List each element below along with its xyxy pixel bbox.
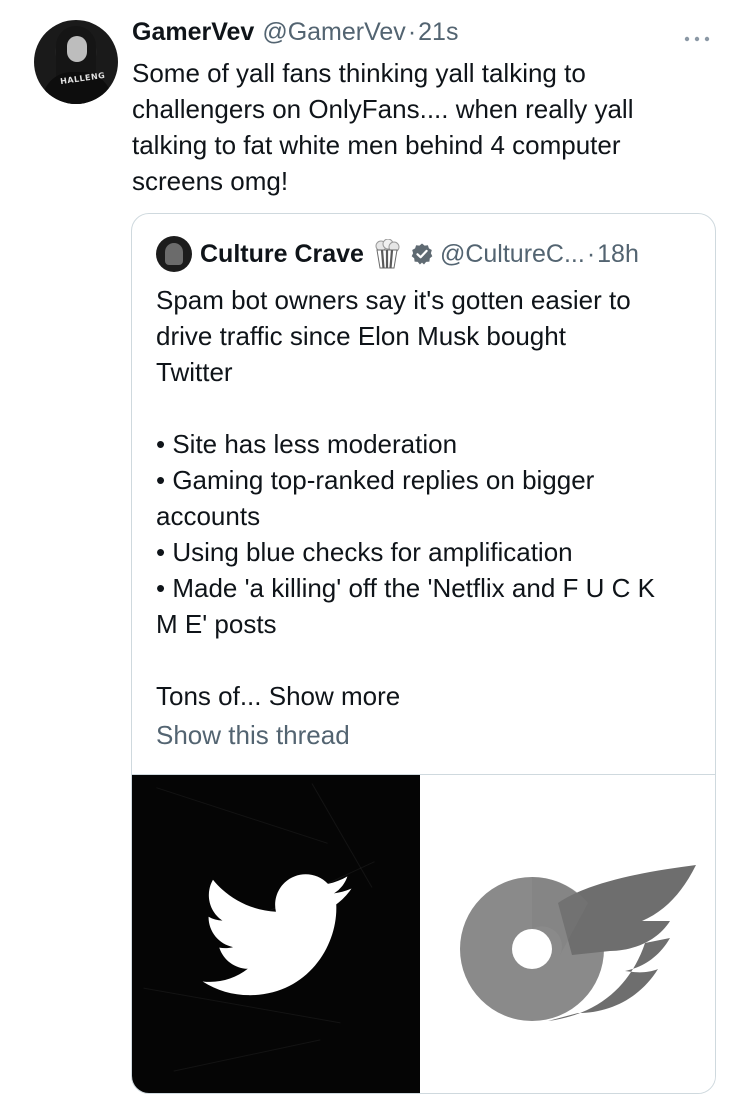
quoted-tweet-timestamp[interactable]: 18h: [597, 240, 639, 269]
quoted-text-line: [156, 642, 696, 678]
show-this-thread-link[interactable]: Show this thread: [156, 720, 350, 751]
quoted-author-avatar[interactable]: [156, 236, 192, 272]
quoted-text-line: Spam bot owners say it's gotten easier t…: [156, 285, 631, 315]
quoted-text-line: • Using blue checks for amplification: [156, 537, 573, 567]
quoted-text-line: • Made 'a killing' off the 'Netflix and …: [156, 573, 655, 603]
quoted-tweet-card[interactable]: Culture Crave @CultureC... · 18h Spam bo…: [131, 213, 716, 1094]
author-avatar[interactable]: HALLENG: [34, 20, 118, 104]
verified-badge-icon: [410, 242, 434, 266]
quoted-text-line: M E' posts: [156, 609, 277, 639]
author-name[interactable]: GamerVev: [132, 18, 254, 47]
tweet-timestamp[interactable]: 21s: [418, 18, 458, 47]
quoted-text-line: • Site has less moderation: [156, 429, 458, 459]
quoted-tweet-header: Culture Crave @CultureC... · 18h: [156, 236, 639, 272]
separator-dot: ·: [586, 239, 596, 268]
quoted-media-grid: [132, 774, 715, 1093]
twitter-bird-icon: [202, 874, 352, 996]
quoted-tweet-text: Spam bot owners say it's gotten easier t…: [156, 282, 696, 714]
quoted-author-name[interactable]: Culture Crave: [200, 240, 364, 269]
quoted-text-line: accounts: [156, 501, 261, 531]
show-more-link[interactable]: Tons of... Show more: [156, 678, 696, 714]
tweet-text: Some of yall fans thinking yall talking …: [132, 55, 722, 199]
onlyfans-logo-icon: [460, 865, 696, 1021]
media-image-twitter[interactable]: [132, 775, 420, 1093]
media-image-onlyfans[interactable]: [420, 775, 715, 1093]
quoted-text-line: • Gaming top-ranked replies on bigger: [156, 465, 595, 495]
tweet-header: GamerVev @GamerVev · 21s: [132, 18, 458, 47]
tweet-text-line: Some of yall fans thinking yall talking …: [132, 58, 586, 88]
author-handle[interactable]: @GamerVev: [262, 18, 405, 47]
quoted-author-handle[interactable]: @CultureC...: [440, 240, 585, 269]
tweet-text-line: talking to fat white men behind 4 comput…: [132, 130, 621, 160]
tweet-text-line: screens omg!: [132, 166, 289, 196]
separator-dot: ·: [407, 18, 417, 46]
more-options-icon[interactable]: [684, 26, 710, 49]
quoted-text-line: drive traffic since Elon Musk bought: [156, 321, 566, 351]
tweet-text-line: challengers on OnlyFans.... when really …: [132, 94, 634, 124]
quoted-text-line: Twitter: [156, 357, 233, 387]
popcorn-icon: [374, 238, 400, 269]
quoted-text-line: [156, 390, 696, 426]
